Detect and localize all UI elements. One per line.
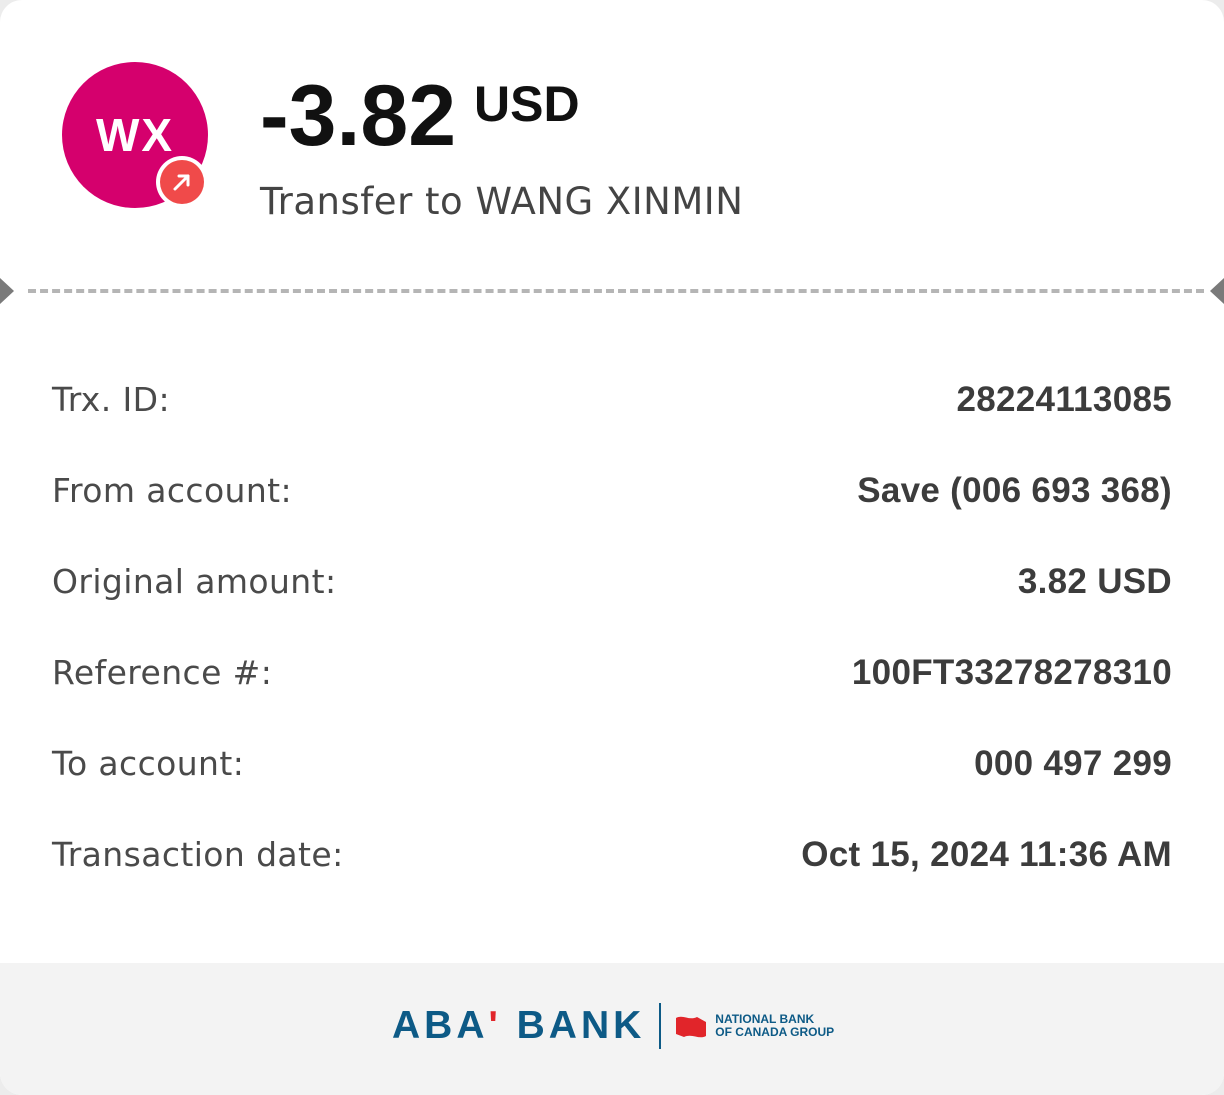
detail-value: 100FT33278278310 xyxy=(851,652,1172,692)
detail-value: 3.82 USD xyxy=(1017,561,1172,601)
detail-row-trx-id: Trx. ID: 28224113085 xyxy=(52,354,1172,445)
amount-value: -3.82 xyxy=(260,68,457,164)
bank-name: ABA' BANK xyxy=(392,1004,645,1048)
detail-value: 000 497 299 xyxy=(974,743,1172,783)
detail-row-original-amount: Original amount: 3.82 USD xyxy=(52,536,1172,627)
partner-name: NATIONAL BANK OF CANADA GROUP xyxy=(715,1013,834,1039)
receipt-card: WX -3.82 USD Transfer to WANG XINMIN Trx… xyxy=(0,0,1224,1095)
ticket-notch-left xyxy=(0,278,14,304)
dashed-divider xyxy=(28,289,1204,293)
detail-label: From account: xyxy=(52,471,293,510)
amount-currency: USD xyxy=(474,76,580,132)
logo-separator xyxy=(659,1003,662,1049)
detail-row-from-account: From account: Save (006 693 368) xyxy=(52,445,1172,536)
detail-value: 28224113085 xyxy=(956,379,1172,419)
transfer-title: Transfer to WANG XINMIN xyxy=(260,180,744,223)
details-list: Trx. ID: 28224113085 From account: Save … xyxy=(52,354,1172,900)
footer: ABA' BANK NATIONAL BANK OF CANADA GROUP xyxy=(0,963,1224,1095)
detail-label: Trx. ID: xyxy=(52,380,170,419)
bank-name-pre: ABA xyxy=(392,1004,489,1047)
avatar-initials: WX xyxy=(95,109,175,161)
detail-label: Reference #: xyxy=(52,653,273,692)
ticket-notch-right xyxy=(1210,278,1224,304)
flag-icon xyxy=(675,1014,707,1038)
bank-name-post: BANK xyxy=(501,1004,646,1047)
outgoing-badge xyxy=(156,156,208,208)
detail-value: Save (006 693 368) xyxy=(857,470,1172,510)
detail-row-reference: Reference #: 100FT33278278310 xyxy=(52,627,1172,718)
arrow-up-right-icon xyxy=(160,160,204,204)
bank-name-apostrophe: ' xyxy=(488,1004,502,1047)
detail-label: To account: xyxy=(52,744,245,783)
partner-line-2: OF CANADA GROUP xyxy=(715,1025,835,1039)
detail-label: Original amount: xyxy=(52,562,337,601)
amount: -3.82 USD xyxy=(260,68,580,164)
bank-logo: ABA' BANK NATIONAL BANK OF CANADA GROUP xyxy=(392,1003,834,1049)
detail-row-transaction-date: Transaction date: Oct 15, 2024 11:36 AM xyxy=(52,809,1172,900)
detail-label: Transaction date: xyxy=(52,835,344,874)
detail-value: Oct 15, 2024 11:36 AM xyxy=(801,834,1172,874)
detail-row-to-account: To account: 000 497 299 xyxy=(52,718,1172,809)
